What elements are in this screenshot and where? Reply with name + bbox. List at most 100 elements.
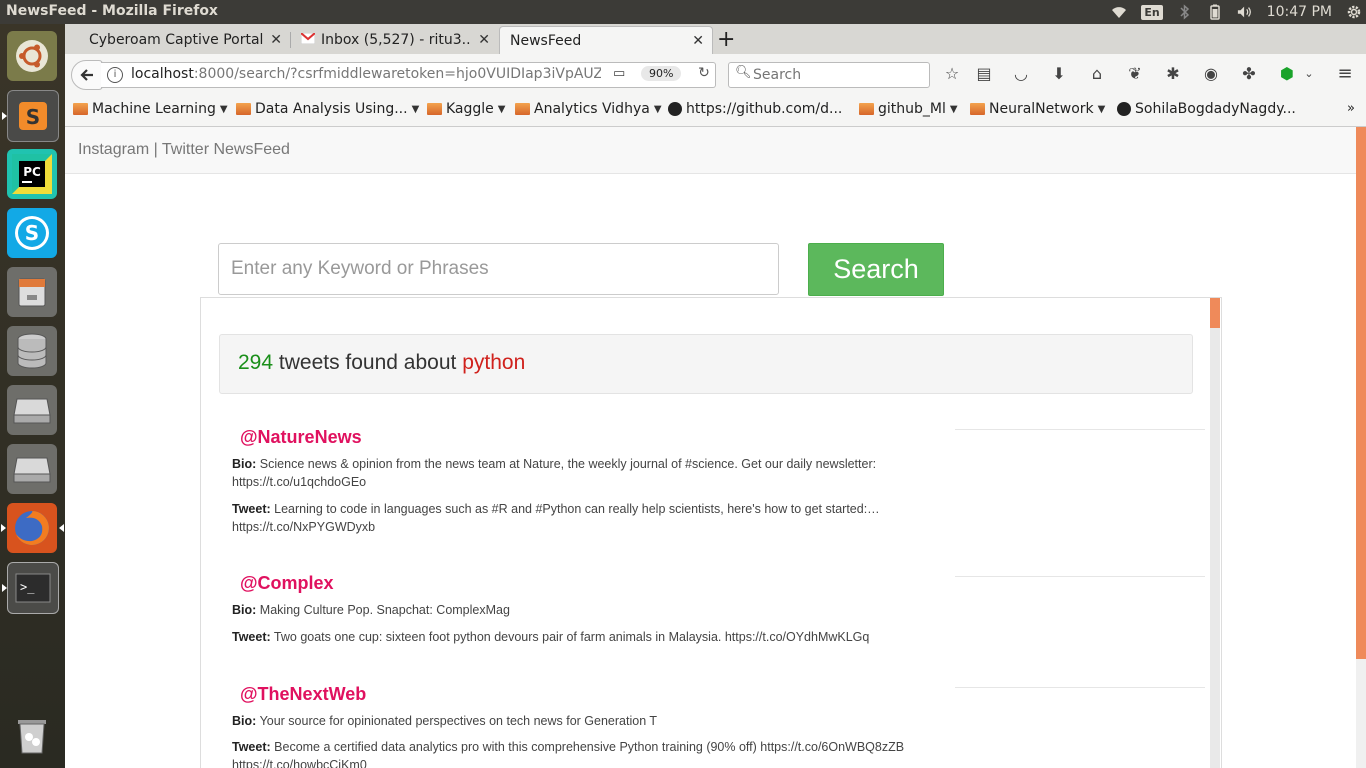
bio-label: Bio:: [232, 457, 257, 471]
close-tab-icon[interactable]: ✕: [270, 32, 282, 48]
tab-newsfeed[interactable]: NewsFeed ✕: [499, 26, 713, 55]
tweet-handle[interactable]: @TheNextWeb: [240, 684, 366, 705]
bookmark-star-icon[interactable]: ☆: [942, 64, 962, 84]
bookmark-link[interactable]: SohilaBogdadyNagdy...: [1117, 101, 1296, 117]
summary-text: 294 tweets found about python: [238, 351, 525, 375]
firefox-icon[interactable]: [1, 503, 64, 553]
nav-link-twitter[interactable]: Twitter NewsFeed: [162, 141, 290, 158]
svg-text:S: S: [26, 105, 40, 129]
extension-icon[interactable]: ❦: [1125, 64, 1145, 84]
extension-puzzle-icon[interactable]: ✤: [1239, 64, 1259, 84]
keyboard-layout-indicator[interactable]: En: [1141, 4, 1163, 20]
tab-inbox[interactable]: Inbox (5,527) - ritu3... ✕: [291, 26, 498, 54]
tweet-handle[interactable]: @Complex: [240, 573, 334, 594]
search-button[interactable]: Search: [808, 243, 944, 296]
chevron-down-icon: ▼: [949, 103, 958, 115]
wifi-icon[interactable]: [1111, 4, 1127, 20]
tab-label: Inbox (5,527) - ritu3...: [321, 32, 471, 48]
results-summary: 294 tweets found about python: [219, 334, 1193, 394]
results-scrollbar[interactable]: [1210, 298, 1220, 768]
files-icon[interactable]: [7, 267, 57, 317]
web-search-input[interactable]: [751, 65, 925, 85]
reload-icon[interactable]: ↻: [695, 65, 713, 83]
active-indicator-icon: [59, 524, 64, 532]
database-icon[interactable]: [7, 326, 57, 376]
bookmark-folder[interactable]: Analytics Vidhya ▼: [515, 101, 662, 117]
extension-cube-icon[interactable]: ⬢: [1277, 64, 1297, 84]
bookmark-link[interactable]: https://github.com/d...: [668, 101, 842, 117]
chevron-down-icon: ▼: [497, 103, 506, 115]
skype-icon[interactable]: S: [7, 208, 57, 258]
bio-text: Your source for opinionated perspectives…: [259, 714, 658, 728]
close-tab-icon[interactable]: ✕: [692, 33, 704, 49]
extension-bug-icon[interactable]: ✱: [1163, 64, 1183, 84]
back-button[interactable]: [71, 60, 103, 90]
url-text[interactable]: localhost:8000/search/?csrfmiddlewaretok…: [131, 66, 601, 82]
bookmark-label: Data Analysis Using...: [255, 101, 408, 117]
bookmarks-toolbar: Machine Learning ▼ Data Analysis Using...…: [65, 94, 1366, 127]
disk-drive-icon[interactable]: [7, 385, 57, 435]
folder-icon: [236, 103, 251, 115]
reader-view-icon[interactable]: ▭: [613, 66, 625, 81]
tab-strip: Cyberoam Captive Portal ✕ Inbox (5,527) …: [65, 24, 1366, 55]
bio-text: Making Culture Pop. Snapchat: ComplexMag: [259, 603, 510, 617]
tab-label: NewsFeed: [510, 33, 582, 49]
clock[interactable]: 10:47 PM: [1267, 4, 1332, 20]
extension-circle-icon[interactable]: ◉: [1201, 64, 1221, 84]
url-bar[interactable]: i localhost:8000/search/?csrfmiddlewaret…: [101, 62, 716, 88]
results-scrollbar-thumb[interactable]: [1210, 298, 1220, 328]
bookmark-folder[interactable]: Machine Learning ▼: [73, 101, 228, 117]
site-nav-links: Instagram | Twitter NewsFeed: [78, 141, 290, 159]
tweet-label: Tweet:: [232, 502, 271, 516]
tweet-label: Tweet:: [232, 740, 271, 754]
web-search-bar[interactable]: 🔍︎: [728, 62, 930, 88]
tweet-text: Become a certified data analytics pro wi…: [232, 740, 905, 768]
nav-link-instagram[interactable]: Instagram: [78, 141, 149, 158]
page-scrollbar[interactable]: [1356, 127, 1366, 768]
running-indicator-icon: [1, 524, 6, 532]
menu-hamburger-icon[interactable]: ≡: [1335, 64, 1355, 84]
chevron-down-icon[interactable]: ⌄: [1299, 64, 1319, 84]
bio-label: Bio:: [232, 603, 257, 617]
tweet-handle[interactable]: @NatureNews: [240, 427, 362, 448]
ubuntu-dash-icon[interactable]: [7, 31, 57, 81]
page-content: Instagram | Twitter NewsFeed Search 294 …: [65, 127, 1356, 768]
zoom-level-badge[interactable]: 90%: [641, 66, 682, 81]
bookmarks-library-icon[interactable]: ▤: [974, 64, 994, 84]
settings-gear-icon[interactable]: [1346, 4, 1362, 20]
chevron-down-icon: ▼: [1097, 103, 1106, 115]
site-navbar: Instagram | Twitter NewsFeed: [65, 127, 1356, 174]
chevron-down-icon: ▼: [411, 103, 420, 115]
running-indicator-icon: [2, 112, 7, 120]
home-icon[interactable]: ⌂: [1087, 64, 1107, 84]
tab-cyberoam[interactable]: Cyberoam Captive Portal ✕: [75, 26, 290, 54]
site-info-icon[interactable]: i: [107, 67, 123, 83]
pocket-icon[interactable]: ◡: [1011, 64, 1031, 84]
bookmark-folder[interactable]: NeuralNetwork ▼: [970, 101, 1105, 117]
trash-icon[interactable]: [7, 710, 57, 760]
disk-drive-icon[interactable]: [7, 444, 57, 494]
bookmarks-overflow-icon[interactable]: »: [1347, 101, 1355, 116]
bookmark-label: NeuralNetwork: [989, 101, 1094, 117]
keyword-search-input[interactable]: [218, 243, 779, 295]
downloads-icon[interactable]: ⬇: [1049, 64, 1069, 84]
tweet-bio: Bio: Making Culture Pop. Snapchat: Compl…: [232, 601, 912, 619]
volume-icon[interactable]: [1237, 4, 1253, 20]
tab-label: Cyberoam Captive Portal: [89, 32, 264, 48]
tweet-card: @Complex Bio: Making Culture Pop. Snapch…: [232, 573, 962, 663]
folder-icon: [970, 103, 985, 115]
battery-icon[interactable]: [1207, 4, 1223, 20]
bookmark-folder[interactable]: Kaggle ▼: [427, 101, 506, 117]
pycharm-icon[interactable]: PC: [7, 149, 57, 199]
close-tab-icon[interactable]: ✕: [478, 32, 490, 48]
terminal-icon[interactable]: >_: [2, 562, 59, 614]
svg-text:S: S: [25, 221, 39, 245]
bookmark-folder[interactable]: github_Ml ▼: [859, 101, 958, 117]
bookmark-folder[interactable]: Data Analysis Using... ▼: [236, 101, 419, 117]
sublime-text-icon[interactable]: S: [2, 90, 59, 142]
search-icon: 🔍︎: [735, 65, 752, 80]
tweet-body: Tweet: Become a certified data analytics…: [232, 738, 912, 768]
page-scrollbar-thumb[interactable]: [1356, 127, 1366, 659]
bluetooth-icon[interactable]: [1177, 4, 1193, 20]
new-tab-icon[interactable]: +: [717, 27, 735, 52]
